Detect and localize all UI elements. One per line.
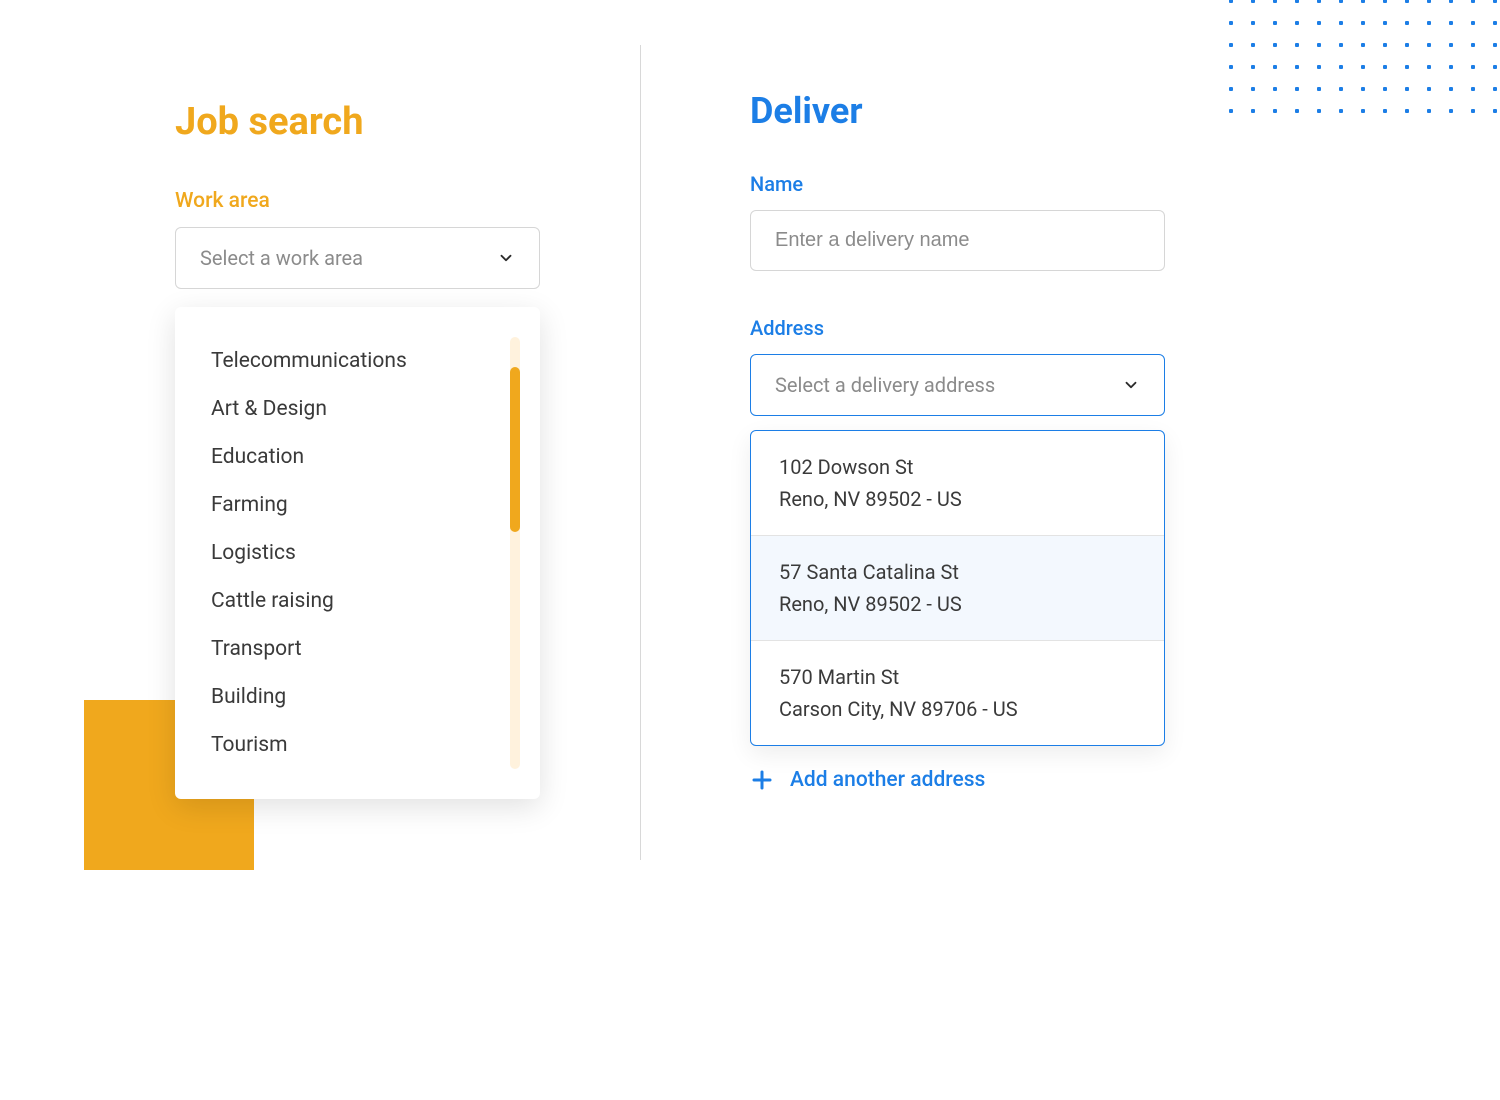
dropdown-item[interactable]: Transport [175,625,540,673]
scrollbar-thumb[interactable] [510,367,520,532]
address-line2: Reno, NV 89502 - US [779,483,1136,515]
plus-icon [750,768,774,792]
address-select[interactable]: Select a delivery address [750,354,1165,416]
dropdown-item[interactable]: Tourism [175,721,540,769]
dropdown-item[interactable]: Cattle raising [175,577,540,625]
scrollbar-track[interactable] [510,337,520,769]
chevron-down-icon [1122,376,1140,394]
deliver-panel: Deliver Name Address Select a delivery a… [640,0,1500,1100]
address-placeholder: Select a delivery address [775,373,995,397]
work-area-placeholder: Select a work area [200,246,363,270]
work-area-dropdown: TelecommunicationsArt & DesignEducationF… [175,307,540,799]
page-title-job-search: Job search [175,100,580,144]
address-line1: 57 Santa Catalina St [779,556,1136,588]
dropdown-item[interactable]: Education [175,433,540,481]
address-line1: 570 Martin St [779,661,1136,693]
dropdown-item[interactable]: Logistics [175,529,540,577]
chevron-down-icon [497,249,515,267]
address-dropdown: 102 Dowson StReno, NV 89502 - US57 Santa… [750,430,1165,746]
work-area-label: Work area [175,189,580,213]
dropdown-item[interactable]: Art & Design [175,385,540,433]
name-label: Name [750,172,1440,196]
address-line2: Reno, NV 89502 - US [779,588,1136,620]
dropdown-item[interactable]: Telecommunications [175,337,540,385]
delivery-name-input[interactable] [750,210,1165,271]
address-line1: 102 Dowson St [779,451,1136,483]
decor-dot-pattern [1220,0,1500,120]
address-item[interactable]: 570 Martin StCarson City, NV 89706 - US [751,641,1164,745]
work-area-select[interactable]: Select a work area [175,227,540,289]
add-address-label: Add another address [790,768,985,792]
address-item[interactable]: 102 Dowson StReno, NV 89502 - US [751,431,1164,536]
job-search-panel: Job search Work area Select a work area … [0,0,640,1100]
dropdown-item[interactable]: Building [175,673,540,721]
dropdown-item[interactable]: Farming [175,481,540,529]
address-line2: Carson City, NV 89706 - US [779,693,1136,725]
add-address-button[interactable]: Add another address [750,768,1440,792]
address-item[interactable]: 57 Santa Catalina StReno, NV 89502 - US [751,536,1164,641]
address-label: Address [750,316,1440,340]
